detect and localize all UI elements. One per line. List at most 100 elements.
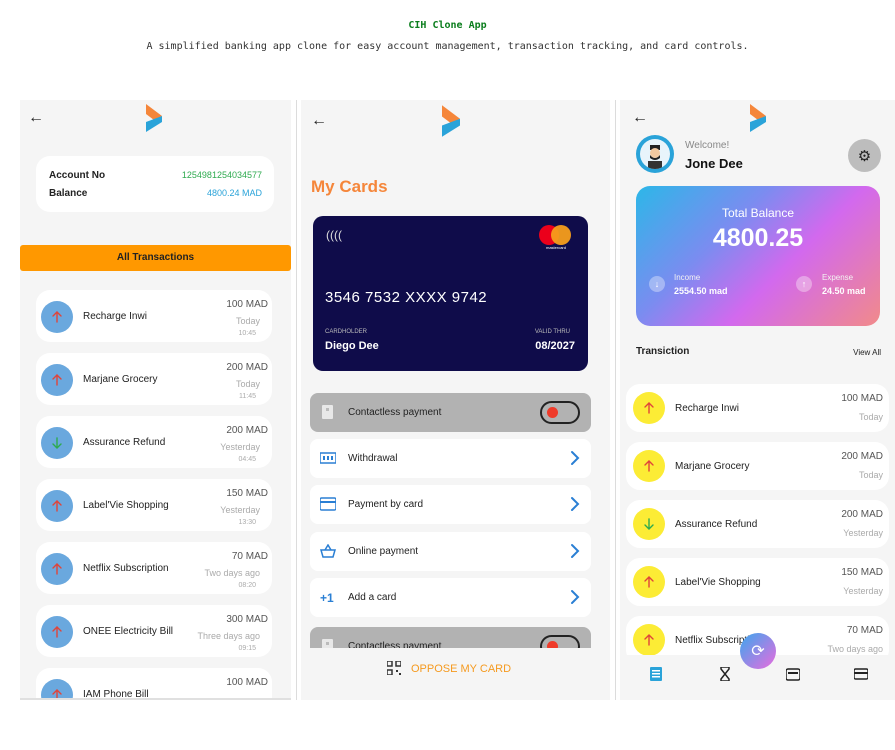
card-icon <box>320 497 336 511</box>
nav-wallet-icon[interactable] <box>786 667 800 681</box>
transaction-name: Assurance Refund <box>675 519 758 530</box>
transaction-row[interactable]: Recharge Inwi 100 MAD Today 10:45 <box>36 290 272 342</box>
chevron-right-icon <box>571 497 580 511</box>
transaction-time: 09:15 <box>238 645 256 652</box>
transaction-row[interactable]: Assurance Refund 200 MAD Yesterday <box>626 500 889 548</box>
oppose-card-button[interactable]: OPPOSE MY CARD <box>301 648 610 700</box>
transaction-direction <box>41 490 73 522</box>
arrow-up-icon <box>644 402 654 414</box>
home-screen: ← Welcome! Jone Dee ⚙ Total Balance 4800… <box>620 100 895 700</box>
my-cards-title: My Cards <box>311 177 388 196</box>
transaction-direction <box>41 427 73 459</box>
balance-label: Balance <box>49 188 88 199</box>
nav-home-icon[interactable] <box>649 667 663 681</box>
transaction-row[interactable]: Marjane Grocery 200 MAD Today 11:45 <box>36 353 272 405</box>
cards-screen: ← My Cards (((( mastercard 3546 7532 XXX… <box>301 100 610 700</box>
arrow-down-icon <box>644 518 654 530</box>
nav-history-icon[interactable] <box>718 667 732 681</box>
transaction-date: Yesterday <box>843 586 883 596</box>
transaction-row[interactable]: Label'Vie Shopping 150 MAD Yesterday 13:30 <box>36 479 272 531</box>
welcome-label: Welcome! <box>685 140 730 151</box>
transaction-row[interactable]: Assurance Refund 200 MAD Yesterday 04:45 <box>36 416 272 468</box>
transaction-row[interactable]: Recharge Inwi 100 MAD Today <box>626 384 889 432</box>
transaction-date: Today <box>235 316 260 326</box>
back-arrow-icon[interactable]: ← <box>311 113 327 129</box>
contactless-icon <box>322 405 333 419</box>
bank-logo-icon <box>750 104 766 132</box>
transaction-row[interactable]: Label'Vie Shopping 150 MAD Yesterday <box>626 558 889 606</box>
transaction-row[interactable]: Netflix Subscription 70 MAD Two days ago 08… <box>36 542 272 594</box>
plus-one-icon: +1 <box>320 591 334 604</box>
transaction-name: Netflix Subscription <box>83 563 169 574</box>
transaction-date: Three days ago <box>197 631 260 641</box>
valid-thru-value: 08/2027 <box>535 340 575 352</box>
transaction-direction <box>41 301 73 333</box>
contactless-toggle[interactable] <box>540 401 580 424</box>
cardholder-name: Diego Dee <box>325 340 379 352</box>
page-subtitle: A simplified banking app clone for easy … <box>146 41 749 52</box>
arrow-up-icon <box>644 460 654 472</box>
total-balance-label: Total Balance <box>721 206 795 220</box>
back-arrow-icon[interactable]: ← <box>632 110 648 126</box>
transaction-date: Yesterday <box>843 528 883 538</box>
all-transactions-button[interactable]: All Transactions <box>20 245 291 271</box>
card-option-payment-by-card[interactable]: Payment by card <box>310 485 591 524</box>
transaction-date: Two days ago <box>827 644 883 654</box>
transaction-name: ONEE Electricity Bill <box>83 626 174 637</box>
arrow-up-icon <box>52 500 62 512</box>
card-option-add-a-card[interactable]: +1 Add a card <box>310 578 591 617</box>
screen-divider <box>615 100 616 700</box>
bank-logo-icon <box>442 105 460 137</box>
transaction-time: 11:45 <box>239 393 256 400</box>
transaction-name: Recharge Inwi <box>675 403 739 414</box>
transaction-row[interactable]: ONEE Electricity Bill 300 MAD Three days a… <box>36 605 272 657</box>
transaction-name: Label'Vie Shopping <box>83 500 169 511</box>
bank-card[interactable]: (((( mastercard 3546 7532 XXXX 9742 CARD… <box>313 216 588 371</box>
withdrawal-icon <box>320 452 336 464</box>
avatar[interactable] <box>636 135 674 173</box>
transaction-amount: 200 MAD <box>226 362 268 373</box>
transaction-amount: 100 MAD <box>226 299 268 310</box>
account-no-label: Account No <box>49 170 106 181</box>
account-no-value: 1254981254034577 <box>181 170 262 180</box>
card-option-withdrawal[interactable]: Withdrawal <box>310 439 591 478</box>
gear-icon: ⚙ <box>857 147 872 165</box>
expense-value: 24.50 mad <box>822 286 866 296</box>
transaction-row[interactable]: IAM Phone Bill 100 MAD <box>36 668 272 700</box>
refresh-icon: ⟳ <box>751 643 765 660</box>
qr-code-icon <box>387 661 401 675</box>
arrow-up-icon <box>52 626 62 638</box>
transaction-name: Assurance Refund <box>83 437 166 448</box>
transaction-date: Yesterday <box>220 442 260 452</box>
view-all-link[interactable]: View All <box>853 348 881 357</box>
card-option-contactless-payment[interactable]: Contactless payment <box>310 393 591 432</box>
transaction-direction <box>633 566 665 598</box>
transactions-section-title: Transiction <box>636 346 690 357</box>
screen-bottom-border <box>20 698 291 700</box>
transaction-amount: 150 MAD <box>841 567 883 578</box>
transaction-direction <box>633 508 665 540</box>
card-option-online-payment[interactable]: Online payment <box>310 532 591 571</box>
card-number: 3546 7532 XXXX 9742 <box>325 289 488 306</box>
transaction-time: 08:20 <box>238 582 256 589</box>
basket-icon <box>320 544 336 558</box>
card-option-label: Withdrawal <box>348 453 398 464</box>
arrow-up-icon <box>644 576 654 588</box>
balance-value: 4800.24 MAD <box>206 188 262 198</box>
transaction-row[interactable]: Marjane Grocery 200 MAD Today <box>626 442 889 490</box>
back-arrow-icon[interactable]: ← <box>28 110 44 126</box>
transaction-direction <box>633 450 665 482</box>
user-name: Jone Dee <box>685 156 743 171</box>
user-avatar-icon <box>648 145 662 169</box>
screen-divider <box>296 100 297 700</box>
transaction-time: 10:45 <box>238 330 256 337</box>
settings-button[interactable]: ⚙ <box>848 139 881 172</box>
transaction-amount: 100 MAD <box>841 393 883 404</box>
transaction-direction <box>633 392 665 424</box>
nav-card-icon[interactable] <box>854 667 868 681</box>
arrow-up-icon <box>52 563 62 575</box>
arrow-up-icon <box>52 374 62 386</box>
refresh-fab-button[interactable]: ⟳ <box>740 633 776 669</box>
account-summary-card: Account No 1254981254034577 Balance 4800… <box>36 156 274 212</box>
transaction-direction <box>41 364 73 396</box>
